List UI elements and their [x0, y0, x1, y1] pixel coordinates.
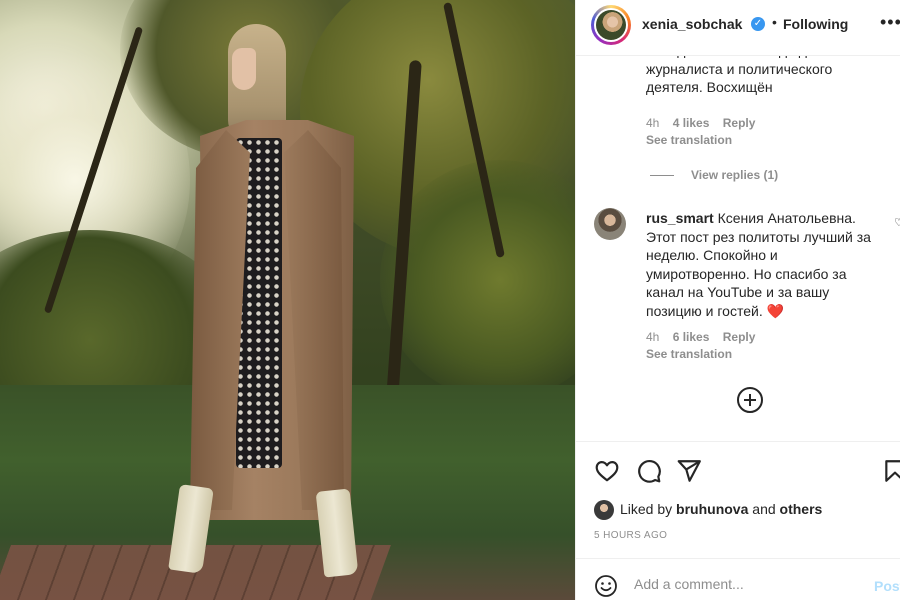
liker-username[interactable]: bruhunova — [676, 501, 748, 517]
commenter-username[interactable]: rus_smart — [646, 210, 714, 226]
avatar-image — [596, 10, 626, 40]
emoji-icon[interactable] — [594, 574, 618, 598]
liker-avatar — [594, 500, 614, 520]
comment-input[interactable] — [634, 571, 864, 597]
likes-others-link[interactable]: others — [780, 501, 823, 517]
comment-time: 4h — [646, 330, 660, 344]
author-avatar[interactable] — [591, 5, 631, 45]
header-separator: • — [772, 14, 777, 30]
see-translation-link[interactable]: See translation — [646, 347, 732, 361]
comment-meta: 4h 6 likes Reply — [646, 330, 755, 344]
likes-text: Liked by bruhunova and others — [620, 501, 822, 517]
post-sidebar: xenia_sobchak ✓ • Following ••• блондинк… — [575, 0, 900, 600]
comment-reply-button[interactable]: Reply — [723, 116, 756, 130]
avatar-ring-inner — [594, 8, 628, 42]
comment-reply-button[interactable]: Reply — [723, 330, 756, 344]
person-boot — [315, 488, 359, 578]
comment-like-heart-icon[interactable]: ♡ — [894, 216, 900, 229]
comment-icon[interactable] — [636, 458, 662, 484]
view-replies-button[interactable]: View replies (1) — [691, 168, 778, 182]
comments-list[interactable]: блондинки в шоколаде до журналиста и пол… — [576, 56, 900, 441]
comment-time: 4h — [646, 116, 660, 130]
post-header: xenia_sobchak ✓ • Following ••• — [576, 0, 900, 56]
post-comment-button[interactable]: Post — [874, 578, 900, 594]
person-face — [232, 48, 256, 90]
comment-likes-link[interactable]: 4 likes — [673, 116, 710, 130]
bookmark-icon[interactable] — [882, 458, 900, 484]
comment-text: Ксения Анатольевна. Этот пост рез полито… — [646, 210, 871, 319]
comment-likes-link[interactable]: 6 likes — [673, 330, 710, 344]
likes-and: and — [752, 501, 776, 517]
comment-composer: Post — [576, 558, 900, 601]
add-circle-icon[interactable] — [737, 387, 763, 413]
author-username[interactable]: xenia_sobchak — [642, 16, 742, 32]
see-translation-link[interactable]: See translation — [646, 133, 732, 147]
comment-text: блондинки в шоколаде до журналиста и пол… — [646, 56, 833, 95]
post-timestamp: 5 HOURS AGO — [594, 530, 668, 541]
following-button[interactable]: Following — [783, 16, 848, 32]
post-actions: Liked by bruhunova and others 5 HOURS AG… — [576, 441, 900, 559]
send-icon[interactable] — [676, 458, 702, 484]
more-options-icon[interactable]: ••• — [880, 12, 900, 33]
likes-prefix: Liked by — [620, 501, 673, 517]
post-photo[interactable] — [0, 0, 575, 600]
verified-badge-icon: ✓ — [751, 17, 765, 31]
replies-divider — [650, 175, 674, 176]
commenter-avatar[interactable] — [594, 208, 626, 240]
comment-meta: 4h 4 likes Reply — [646, 116, 755, 130]
heart-icon[interactable] — [594, 458, 620, 484]
heart-emoji: ❤️ — [766, 302, 785, 319]
comment-body: rus_smart Ксения Анатольевна. Этот пост … — [646, 209, 876, 320]
photo-person — [168, 20, 370, 580]
person-boot — [168, 484, 214, 574]
